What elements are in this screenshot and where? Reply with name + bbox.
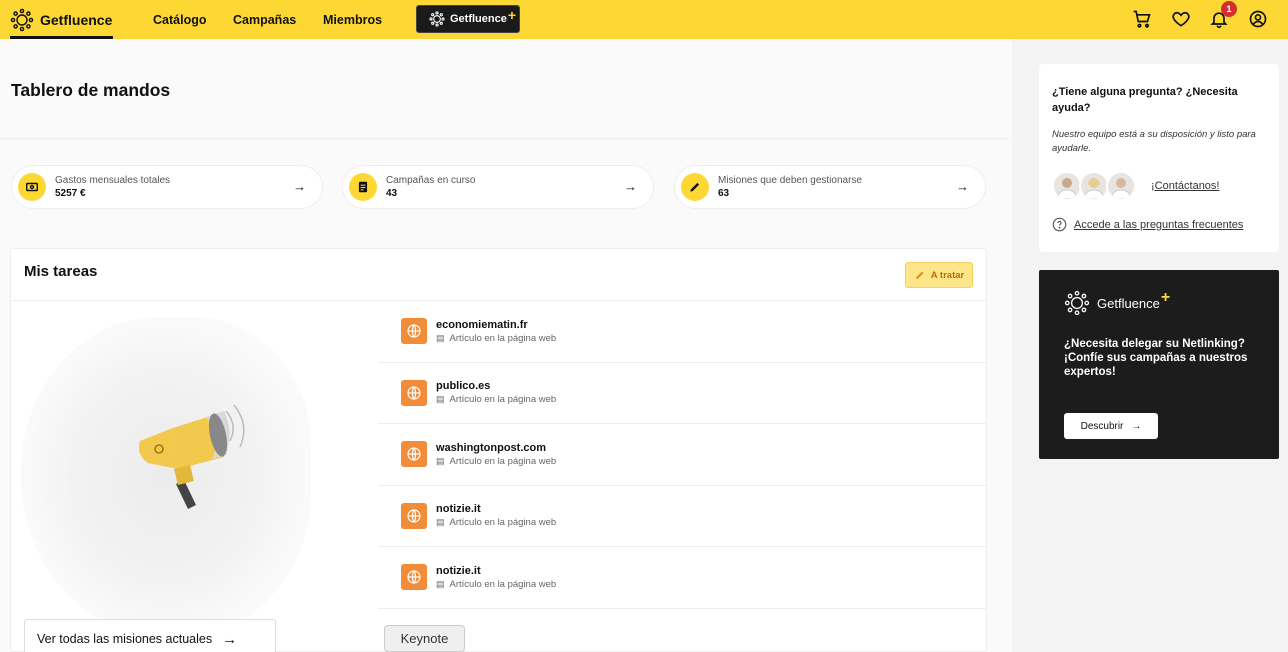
- faq-link[interactable]: Accede a las preguntas frecuentes: [1074, 219, 1243, 231]
- globe-icon: [401, 379, 427, 406]
- faq-row[interactable]: Accede a las preguntas frecuentes: [1052, 217, 1243, 232]
- brand-name: Getfluence: [40, 11, 113, 28]
- plus-badge-label: Getfluence: [450, 13, 507, 25]
- task-type-label: Artículo en la página web: [449, 394, 557, 406]
- task-site-name: economiematin.fr: [436, 318, 528, 331]
- article-icon: ▤: [436, 332, 445, 343]
- task-site-name: washingtonpost.com: [436, 441, 546, 454]
- globe-icon: [401, 502, 427, 529]
- active-tab-indicator: [10, 36, 113, 39]
- promo-card: Getfluence + ¿Necesita delegar su Netlin…: [1039, 270, 1279, 459]
- nav-miembros[interactable]: Miembros: [323, 0, 382, 39]
- notification-count-badge: 1: [1221, 1, 1237, 17]
- a-tratar-label: A tratar: [930, 269, 965, 281]
- promo-text: ¿Necesita delegar su Netlinking? ¡Confíe…: [1064, 338, 1248, 378]
- see-all-label: Ver todas las misiones actuales: [37, 632, 213, 646]
- task-row[interactable]: economiematin.fr ▤ Artículo en la página …: [378, 301, 986, 363]
- task-row[interactable]: notizie.it ▤ Artículo en la página web: [378, 486, 986, 547]
- stat-label: Campañas en curso: [386, 175, 476, 186]
- help-card: ¿Tiene alguna pregunta? ¿Necesita ayuda?…: [1039, 64, 1279, 252]
- document-icon: [349, 173, 377, 201]
- task-row[interactable]: publico.es ▤ Artículo en la página web: [378, 363, 986, 424]
- globe-icon: [401, 441, 427, 468]
- cart-icon[interactable]: [1131, 8, 1153, 30]
- plus-icon: +: [507, 7, 517, 23]
- arrow-right-icon: →: [293, 179, 306, 194]
- plus-icon: +: [1160, 289, 1171, 306]
- header-divider: [0, 138, 1010, 139]
- avatar: [1052, 171, 1082, 201]
- money-icon: [18, 173, 46, 201]
- stat-label: Gastos mensuales totales: [55, 175, 171, 186]
- task-site-name: publico.es: [436, 380, 491, 393]
- task-site-name: notizie.it: [436, 564, 481, 577]
- globe-icon: [401, 318, 427, 345]
- tasks-panel: Mis tareas A tratar economiematin.fr ▤ Ar…: [10, 248, 987, 652]
- getfluence-plus-button[interactable]: Getfluence +: [416, 5, 520, 33]
- nav-campanas[interactable]: Campañas: [233, 0, 296, 39]
- page-title: Tablero de mandos: [11, 80, 171, 100]
- stat-card-monthly-spend[interactable]: Gastos mensuales totales 5257 € →: [11, 165, 323, 209]
- contact-us-link[interactable]: ¡Contáctanos!: [1151, 180, 1219, 192]
- task-site-name: notizie.it: [436, 503, 481, 516]
- getfluence-logo-icon: [1064, 290, 1090, 316]
- keynote-tooltip: Keynote: [384, 625, 465, 652]
- see-all-missions-button[interactable]: Ver todas las misiones actuales →: [24, 619, 276, 652]
- avatar: [1106, 171, 1136, 201]
- discover-button[interactable]: Descubrir →: [1064, 413, 1158, 439]
- getfluence-logo-icon: [429, 11, 445, 27]
- stat-card-campaigns[interactable]: Campañas en curso 43 →: [342, 165, 654, 209]
- heart-icon[interactable]: [1170, 8, 1192, 30]
- arrow-right-icon: →: [222, 630, 238, 648]
- task-type-label: Artículo en la página web: [449, 455, 557, 467]
- top-navbar: Getfluence Catálogo Campañas Miembros Ge…: [0, 0, 1288, 39]
- tasks-title: Mis tareas: [24, 263, 98, 280]
- article-icon: ▤: [436, 394, 445, 405]
- task-type-label: Artículo en la página web: [449, 517, 557, 529]
- stat-value: 43: [386, 188, 398, 199]
- user-account-icon[interactable]: [1247, 8, 1269, 30]
- avatar: [1079, 171, 1109, 201]
- task-row[interactable]: notizie.it ▤ Artículo en la página web: [378, 547, 986, 609]
- pencil-icon: [681, 173, 709, 201]
- article-icon: ▤: [436, 578, 445, 589]
- promo-brand-name: Getfluence: [1097, 295, 1160, 311]
- task-type-label: Artículo en la página web: [449, 332, 557, 344]
- arrow-right-icon: →: [624, 179, 637, 194]
- megaphone-icon: [139, 404, 245, 509]
- arrow-right-icon: →: [1131, 420, 1142, 432]
- pencil-icon: [915, 271, 924, 279]
- stat-card-missions[interactable]: Misiones que deben gestionarse 63 →: [674, 165, 986, 209]
- globe-icon: [401, 564, 427, 591]
- promo-brand: Getfluence +: [1064, 289, 1171, 316]
- discover-label: Descubrir: [1080, 420, 1124, 432]
- a-tratar-filter-button[interactable]: A tratar: [905, 262, 973, 288]
- question-circle-icon: [1052, 217, 1067, 232]
- article-icon: ▤: [436, 517, 445, 528]
- support-team-avatars: [1052, 171, 1136, 201]
- arrow-right-icon: →: [956, 179, 969, 194]
- stat-value: 63: [718, 188, 730, 199]
- task-list: economiematin.fr ▤ Artículo en la página …: [378, 301, 986, 609]
- stat-value: 5257 €: [55, 188, 86, 199]
- brand-home-link[interactable]: Getfluence: [10, 0, 112, 39]
- stat-label: Misiones que deben gestionarse: [718, 175, 862, 186]
- nav-catalogo[interactable]: Catálogo: [153, 0, 206, 39]
- task-row[interactable]: washingtonpost.com ▤ Artículo en la págin…: [378, 424, 986, 486]
- help-title: ¿Tiene alguna pregunta? ¿Necesita ayuda?: [1052, 86, 1238, 114]
- getfluence-logo-icon: [10, 8, 34, 31]
- task-type-label: Artículo en la página web: [449, 578, 557, 590]
- article-icon: ▤: [436, 455, 445, 466]
- help-text: Nuestro equipo está a su disposición y l…: [1052, 129, 1256, 154]
